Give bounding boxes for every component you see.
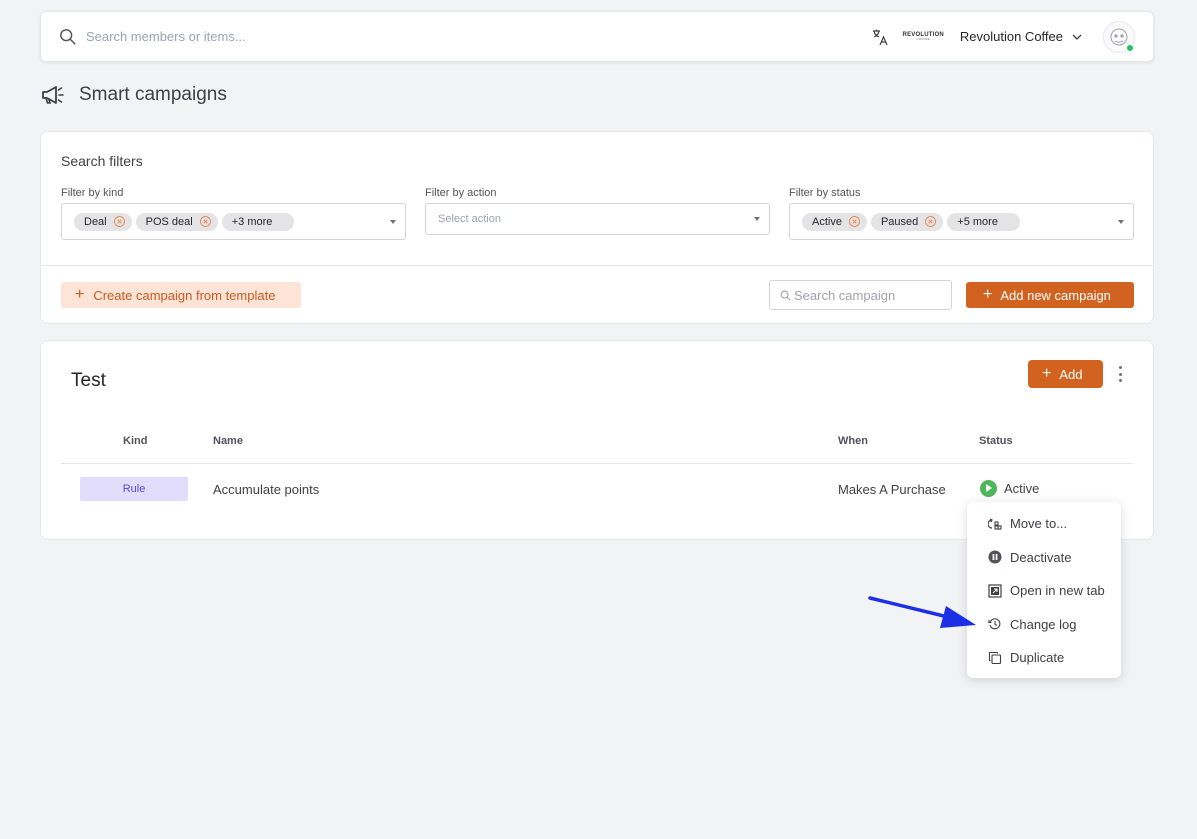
filter-status-select[interactable]: Active Paused +5 more [789,203,1134,240]
remove-tag-icon[interactable] [113,216,125,227]
campaign-trigger: Makes A Purchase [838,482,946,497]
search-icon [780,290,791,300]
campaign-name[interactable]: Accumulate points [213,482,319,497]
filter-tag: Deal [74,212,132,231]
menu-item-move-to[interactable]: Move to... [967,507,1121,541]
brand-logo: REVOLUTION COFFEE [902,32,944,41]
status-label: Active [1004,481,1040,496]
avatar[interactable] [1103,20,1135,53]
remove-tag-icon[interactable] [199,216,211,227]
more-tags-badge[interactable]: +3 more [221,212,295,231]
filter-tag: Paused [870,212,944,231]
column-header-when[interactable]: When [838,435,868,447]
filter-kind-label: Filter by kind [61,187,124,199]
filter-by-kind: Filter by kind Deal POS deal +3 more [61,187,406,240]
remove-tag-icon[interactable] [848,216,860,227]
search-icon [60,28,76,45]
dropdown-caret-icon [1118,219,1124,224]
create-from-template-button[interactable]: + Create campaign from template [61,282,301,308]
search-filters-card: Search filters Filter by kind Deal POS d… [40,131,1154,324]
filter-action-label: Filter by action [425,187,497,199]
menu-item-deactivate[interactable]: Deactivate [967,541,1121,575]
kind-badge: Rule [80,477,188,501]
status-toggle[interactable]: Active [980,480,1039,497]
global-search-input[interactable] [86,29,586,44]
external-link-icon [988,584,1002,598]
menu-item-duplicate[interactable]: Duplicate [967,641,1121,675]
column-header-name[interactable]: Name [213,435,243,447]
column-header-status[interactable]: Status [979,435,1013,447]
top-bar-right: REVOLUTION COFFEE Revolution Coffee [871,20,1135,53]
chevron-down-icon[interactable] [1071,31,1083,43]
filters-title: Search filters [61,153,143,169]
dropdown-caret-icon [754,217,760,221]
filter-action-select[interactable]: Select action [425,203,770,235]
more-tags-badge[interactable]: +5 more [947,212,1020,231]
campaign-search-input[interactable] [794,287,944,303]
column-header-kind[interactable]: Kind [123,435,147,447]
online-status-dot [1126,43,1134,52]
top-bar: REVOLUTIONCOFFEE Revolution Coffee [40,11,1154,62]
page-header: Smart campaigns [41,84,227,106]
translate-icon[interactable] [871,28,889,46]
filter-tag: POS deal [135,212,218,231]
move-icon [988,518,1002,530]
campaign-search[interactable] [769,280,952,310]
pause-icon [988,550,1002,564]
add-new-campaign-button[interactable]: + Add new campaign [966,282,1134,308]
play-icon [980,480,997,497]
annotation-arrow-icon [868,596,976,628]
history-icon [988,618,1001,630]
divider [41,265,1153,266]
filter-by-status: Filter by status Active Paused +5 more [789,187,1134,240]
filter-by-action: Filter by action Select action [425,187,770,235]
filter-tag: Active [802,212,867,231]
remove-tag-icon[interactable] [925,216,937,227]
plus-icon: + [983,286,993,303]
menu-item-change-log[interactable]: Change log [967,608,1121,642]
plus-icon: + [75,286,85,303]
filter-kind-select[interactable]: Deal POS deal +3 more [61,203,406,240]
group-title: Test [71,370,106,391]
plus-icon: + [1042,365,1052,382]
megaphone-icon [42,86,64,104]
dropdown-caret-icon [390,219,396,224]
menu-item-open-new-tab[interactable]: Open in new tab [967,574,1121,608]
select-placeholder: Select action [438,213,501,225]
filter-status-label: Filter by status [789,187,861,199]
context-menu: Move to... Deactivate Open in new tab Ch… [967,502,1121,678]
add-button[interactable]: + Add [1028,360,1103,388]
copy-icon [988,651,1002,664]
more-options-icon[interactable] [1116,366,1124,382]
organization-name[interactable]: Revolution Coffee [960,29,1063,44]
page-title: Smart campaigns [79,84,227,105]
